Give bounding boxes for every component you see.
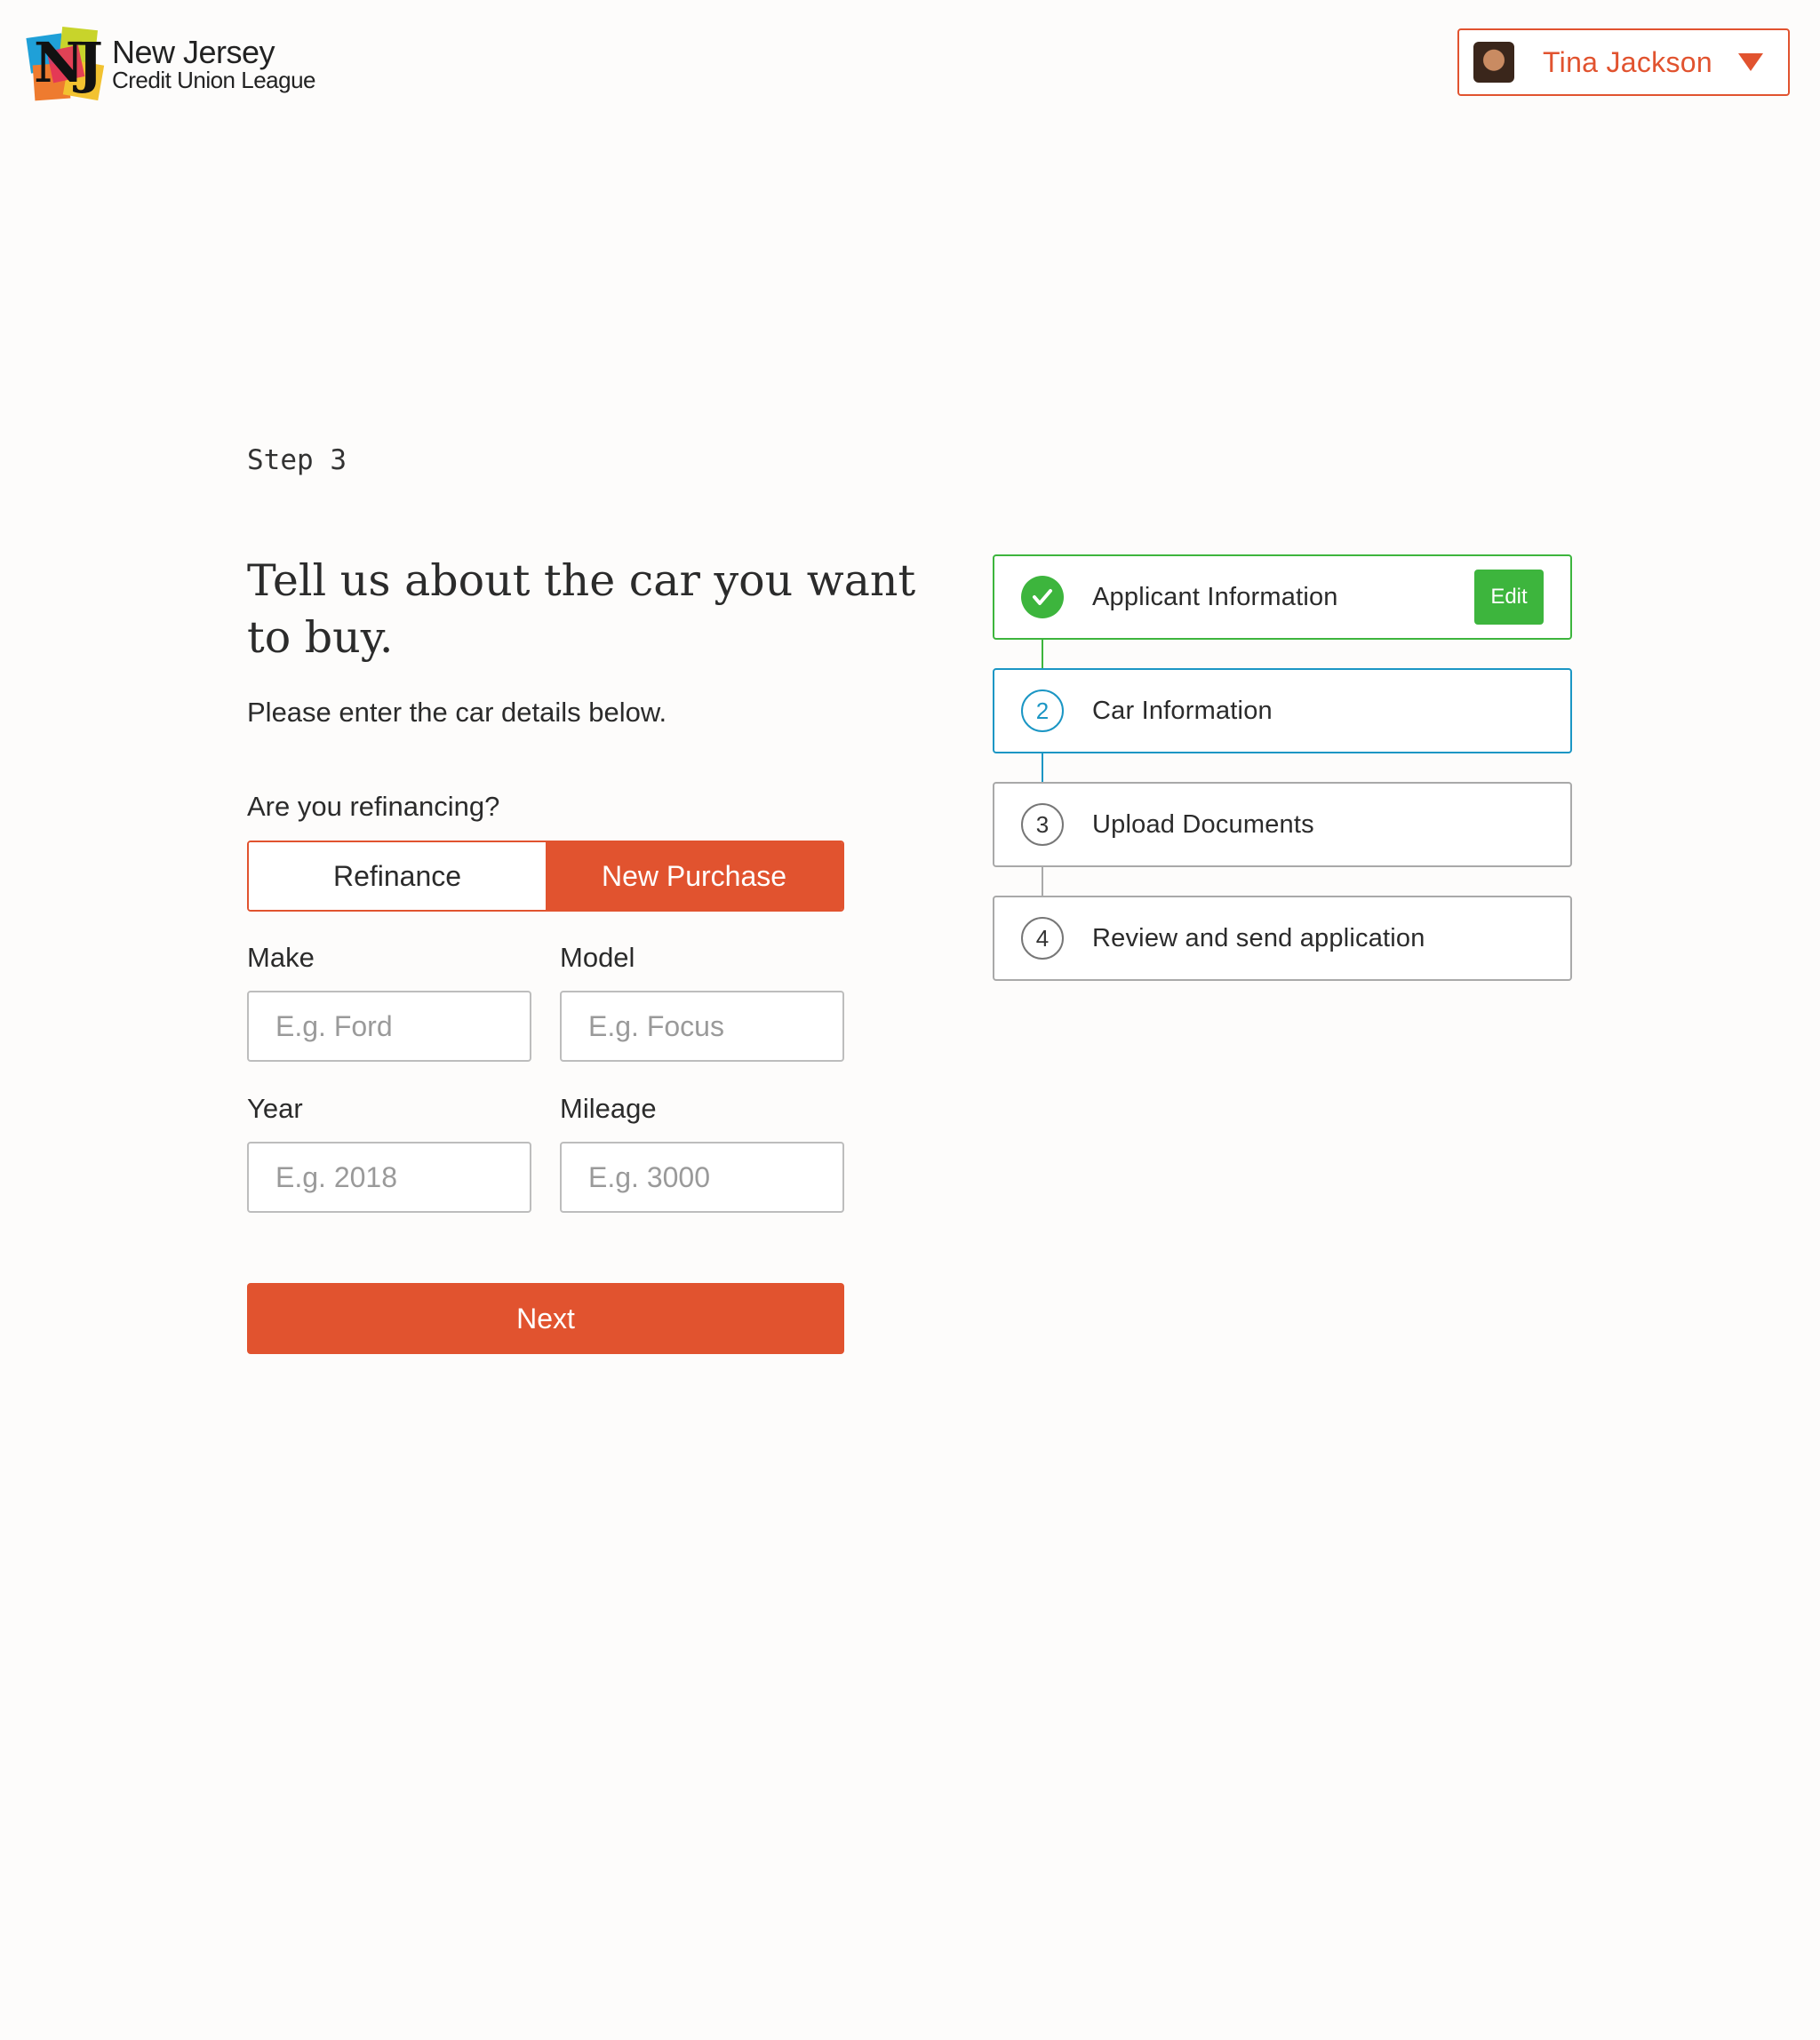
- brand-logo[interactable]: NJ New Jersey Credit Union League: [26, 27, 316, 101]
- step-title: Upload Documents: [1092, 809, 1314, 839]
- step-connector: [1042, 640, 1043, 668]
- nj-logo-icon: NJ: [26, 27, 105, 101]
- model-label: Model: [560, 942, 635, 973]
- mileage-input[interactable]: [560, 1142, 844, 1213]
- avatar: [1473, 42, 1514, 83]
- new-purchase-option[interactable]: New Purchase: [546, 842, 842, 910]
- edit-applicant-button[interactable]: Edit: [1474, 570, 1544, 625]
- step-car-information: 2 Car Information: [993, 668, 1572, 753]
- mileage-label: Mileage: [560, 1093, 657, 1124]
- step-number-badge: 3: [1021, 803, 1064, 846]
- refinance-option[interactable]: Refinance: [249, 842, 546, 910]
- brand-name: New Jersey Credit Union League: [112, 34, 316, 93]
- user-name: Tina Jackson: [1543, 45, 1712, 78]
- refinance-question: Are you refinancing?: [247, 791, 500, 822]
- next-button[interactable]: Next: [247, 1283, 844, 1354]
- model-input[interactable]: [560, 991, 844, 1062]
- brand-name-line2: Credit Union League: [112, 67, 316, 93]
- make-label: Make: [247, 942, 315, 973]
- check-icon: [1021, 576, 1064, 618]
- step-label: Step 3: [247, 444, 347, 476]
- caret-down-icon: [1738, 53, 1763, 71]
- step-title: Applicant Information: [1092, 582, 1338, 611]
- year-label: Year: [247, 1093, 303, 1124]
- brand-name-line1: New Jersey: [112, 34, 275, 70]
- step-connector: [1042, 753, 1043, 782]
- step-upload-documents: 3 Upload Documents: [993, 782, 1572, 867]
- page-title: Tell us about the car you want to buy.: [247, 555, 916, 663]
- step-title: Review and send application: [1092, 923, 1425, 952]
- year-input[interactable]: [247, 1142, 531, 1213]
- page-subtitle: Please enter the car details below.: [247, 697, 667, 728]
- step-number-badge: 2: [1021, 689, 1064, 732]
- step-applicant-information: Applicant Information Edit: [993, 554, 1572, 640]
- make-input[interactable]: [247, 991, 531, 1062]
- step-number-badge: 4: [1021, 917, 1064, 960]
- user-menu-button[interactable]: Tina Jackson: [1457, 28, 1790, 96]
- purchase-type-toggle: Refinance New Purchase: [247, 841, 844, 912]
- step-connector: [1042, 867, 1043, 896]
- step-review-and-send: 4 Review and send application: [993, 896, 1572, 981]
- step-title: Car Information: [1092, 696, 1273, 725]
